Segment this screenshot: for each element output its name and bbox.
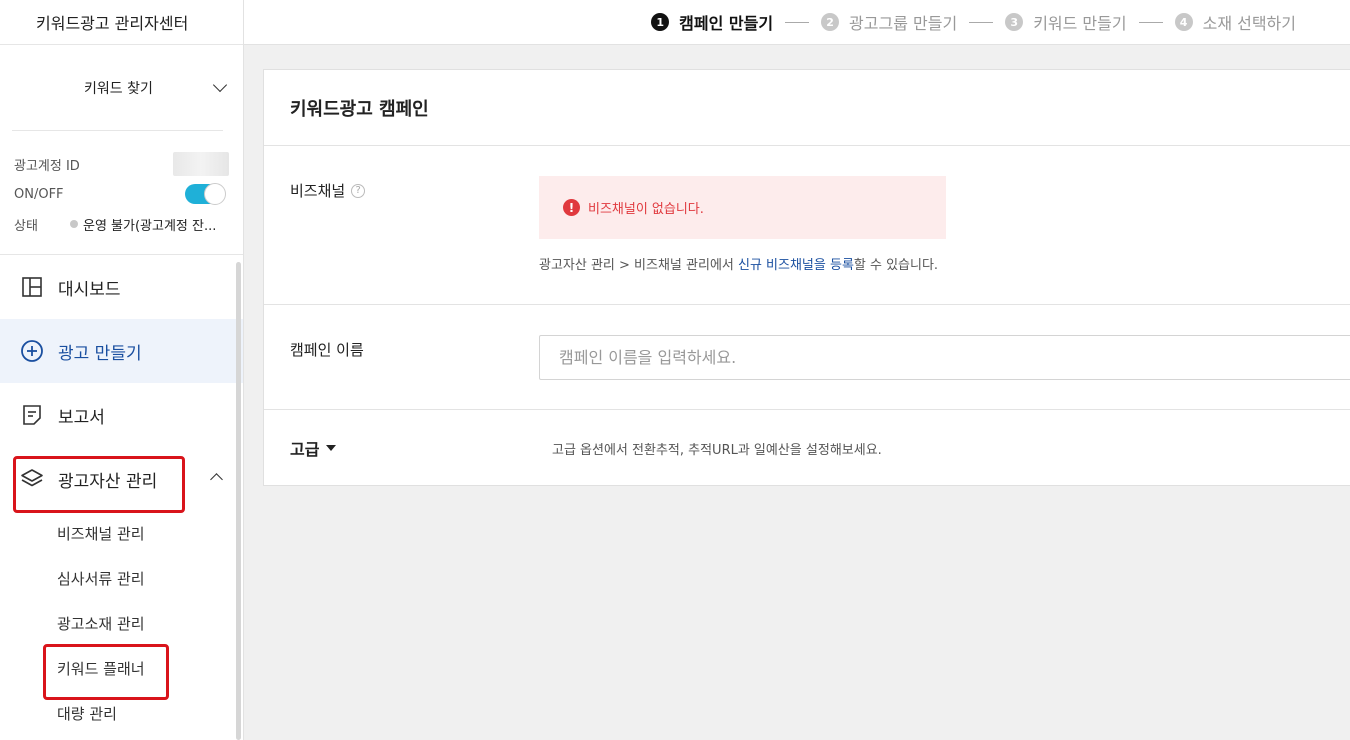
account-id-value-redacted — [173, 152, 229, 176]
step-indicator: 1 캠페인 만들기 2 광고그룹 만들기 3 키워드 만들기 4 소재 선택하기 — [244, 0, 1350, 45]
campaign-name-input[interactable] — [539, 335, 1350, 380]
step-1-number: 1 — [651, 13, 670, 31]
app-title: 키워드광고 관리자센터 — [0, 0, 243, 45]
account-id-label: 광고계정 ID — [14, 158, 80, 174]
hint-suffix: 할 수 있습니다. — [853, 258, 939, 273]
account-info: 광고계정 ID ON/OFF 상태 운영 불가(광고계정 잔... — [0, 131, 243, 255]
status-dot — [70, 220, 78, 228]
account-id-row: 광고계정 ID — [14, 149, 229, 179]
status-row: 상태 운영 불가(광고계정 잔... — [14, 209, 229, 239]
caret-down-icon — [326, 445, 337, 451]
step-4-label: 소재 선택하기 — [1202, 14, 1296, 33]
step-3-number: 3 — [1005, 13, 1024, 31]
nav-report-label: 보고서 — [58, 407, 105, 428]
toggle-knob — [204, 183, 226, 205]
hint-prefix: 광고자산 관리 > 비즈채널 관리에서 — [539, 258, 738, 273]
step-connector — [785, 21, 810, 23]
step-2-label: 광고그룹 만들기 — [849, 14, 958, 33]
biz-channel-label-wrap: 비즈채널 ? — [290, 180, 366, 201]
biz-channel-label: 비즈채널 — [290, 182, 346, 200]
sidebar-scrollbar[interactable] — [236, 262, 241, 740]
nav-create-ad-label: 광고 만들기 — [58, 343, 142, 364]
biz-channel-row: 비즈채널 ? ! 비즈채널이 없습니다. 광고자산 관리 > 비즈채널 관리에서… — [264, 146, 1350, 305]
step-1: 1 캠페인 만들기 — [651, 10, 773, 34]
advanced-toggle[interactable]: 고급 — [290, 436, 337, 460]
nav-report[interactable]: 보고서 — [0, 383, 243, 447]
no-biz-channel-alert: ! 비즈채널이 없습니다. — [539, 176, 946, 239]
chevron-down-icon — [212, 77, 228, 93]
dashboard-icon — [20, 275, 44, 299]
campaign-card: 키워드광고 캠페인 비즈채널 ? ! 비즈채널이 없습니다. 광고자산 관리 >… — [263, 69, 1350, 486]
step-1-label: 캠페인 만들기 — [679, 14, 774, 33]
plus-circle-icon — [20, 339, 44, 363]
step-3-label: 키워드 만들기 — [1033, 14, 1127, 33]
step-4: 4 소재 선택하기 — [1174, 10, 1296, 34]
advanced-description: 고급 옵션에서 전환추적, 추적URL과 일예산을 설정해보세요. — [552, 443, 882, 458]
card-title: 키워드광고 캠페인 — [264, 70, 1350, 146]
sub-item-ad-creatives[interactable]: 광고소재 관리 — [0, 601, 243, 646]
onoff-row: ON/OFF — [14, 179, 229, 209]
biz-channel-hint: 광고자산 관리 > 비즈채널 관리에서 신규 비즈채널을 등록할 수 있습니다. — [539, 254, 938, 273]
help-icon[interactable]: ? — [351, 183, 366, 198]
status-label: 상태 — [14, 218, 38, 234]
keyword-find-dropdown[interactable]: 키워드 찾기 — [0, 45, 243, 130]
sub-item-documents[interactable]: 심사서류 관리 — [0, 556, 243, 601]
status-text: 운영 불가(광고계정 잔... — [83, 218, 217, 234]
keyword-find-label: 키워드 찾기 — [84, 80, 153, 97]
campaign-name-label: 캠페인 이름 — [290, 341, 364, 359]
step-2-number: 2 — [821, 13, 840, 31]
sub-item-biz-channel[interactable]: 비즈채널 관리 — [0, 511, 243, 556]
nav-create-ad[interactable]: 광고 만들기 — [0, 319, 243, 383]
step-connector — [1138, 21, 1163, 23]
step-3: 3 키워드 만들기 — [1005, 10, 1127, 34]
step-4-number: 4 — [1174, 13, 1193, 31]
layers-icon — [20, 467, 44, 491]
onoff-toggle[interactable] — [185, 183, 226, 205]
alert-text: 비즈채널이 없습니다. — [588, 202, 704, 217]
advanced-label: 고급 — [290, 440, 320, 459]
advanced-row: 고급 고급 옵션에서 전환추적, 추적URL과 일예산을 설정해보세요. — [264, 410, 1350, 485]
sub-item-bulk-management[interactable]: 대량 관리 — [0, 691, 243, 736]
register-biz-channel-link[interactable]: 신규 비즈채널을 등록 — [738, 258, 854, 273]
campaign-name-row: 캠페인 이름 — [264, 305, 1350, 410]
onoff-label: ON/OFF — [14, 186, 64, 202]
nav-dashboard-label: 대시보드 — [58, 279, 121, 300]
error-icon: ! — [563, 199, 580, 216]
step-connector — [969, 21, 994, 23]
sub-item-keyword-planner[interactable]: 키워드 플래너 — [0, 646, 243, 691]
status-value: 운영 불가(광고계정 잔... — [70, 215, 216, 234]
sidebar: 키워드광고 관리자센터 키워드 찾기 광고계정 ID ON/OFF 상태 운영 … — [0, 0, 244, 740]
report-icon — [20, 403, 44, 427]
nav-dashboard[interactable]: 대시보드 — [0, 255, 243, 319]
nav-asset-management[interactable]: 광고자산 관리 — [0, 447, 243, 511]
step-2: 2 광고그룹 만들기 — [821, 10, 957, 34]
nav-asset-management-label: 광고자산 관리 — [58, 471, 158, 492]
chevron-up-icon — [210, 473, 223, 486]
